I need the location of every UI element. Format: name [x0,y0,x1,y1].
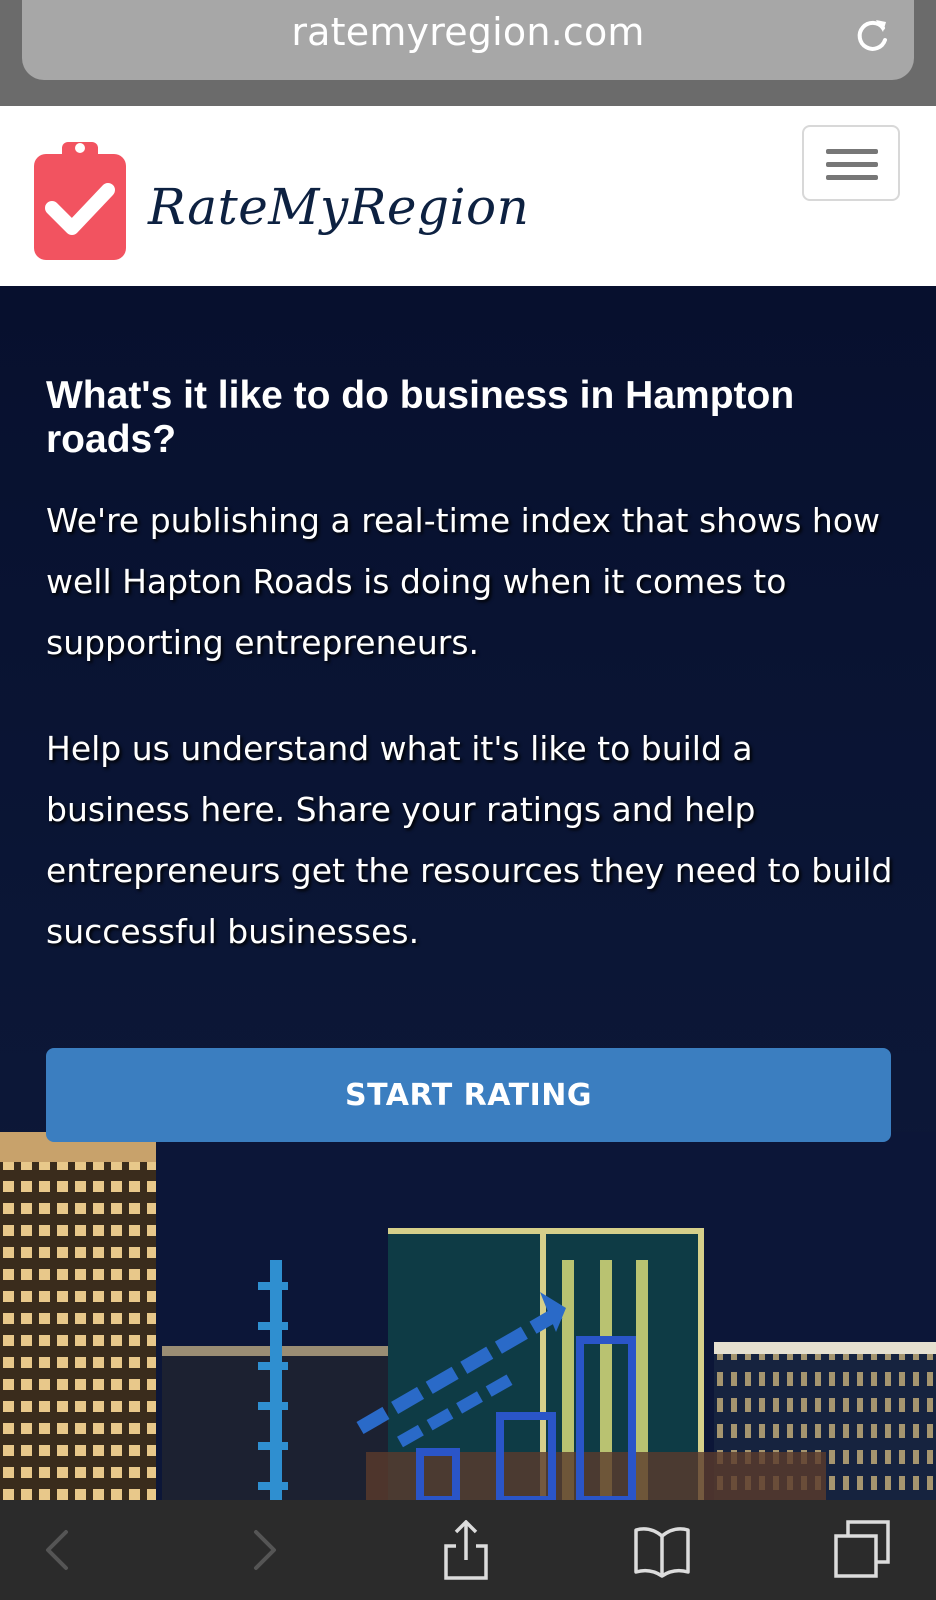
reload-icon[interactable] [852,16,892,56]
site-navbar: RateMyRegion [0,106,936,286]
hero-section: What's it like to do business in Hampton… [0,286,936,1500]
browser-url-bar: ratemyregion.com [0,0,936,106]
hero-heading: What's it like to do business in Hampton… [46,374,795,461]
bookmarks-icon[interactable] [632,1520,692,1580]
hero-intro-text: We're publishing a real-time index that … [46,501,881,662]
start-rating-button[interactable]: START RATING [46,1048,891,1142]
hamburger-menu-button[interactable] [802,125,900,201]
share-icon[interactable] [436,1520,496,1580]
clipboard-check-icon[interactable] [34,138,126,260]
hamburger-menu-icon [826,149,878,154]
browser-toolbar [0,1500,936,1600]
hero-invite-text: Help us understand what it's like to bui… [46,729,893,951]
tabs-icon[interactable] [832,1520,892,1580]
address-field[interactable]: ratemyregion.com [22,0,914,80]
back-arrow-icon[interactable] [28,1520,88,1580]
url-text: ratemyregion.com [291,10,645,54]
city-skyline-image [0,1132,936,1500]
brand-name[interactable]: RateMyRegion [148,178,529,236]
forward-arrow-icon[interactable] [234,1520,294,1580]
